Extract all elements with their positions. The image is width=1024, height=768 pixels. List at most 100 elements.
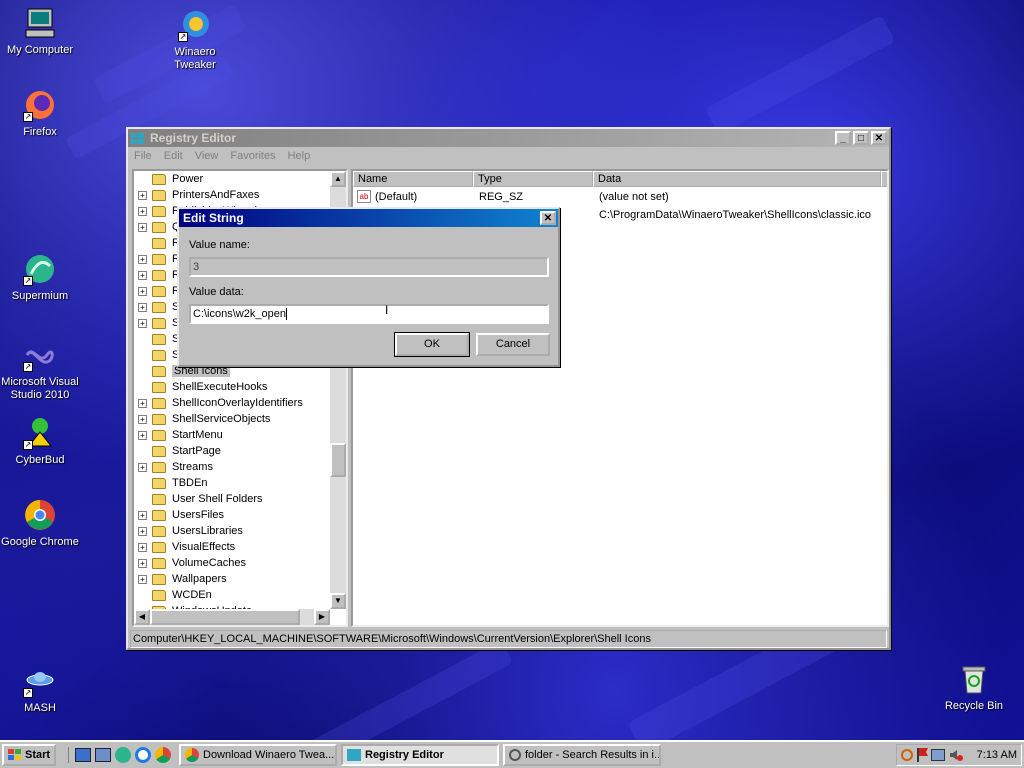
tree-item[interactable]: + VolumeCaches: [134, 555, 246, 571]
expand-icon[interactable]: +: [138, 270, 147, 280]
minimize-button[interactable]: _: [835, 131, 851, 145]
expand-icon[interactable]: +: [138, 254, 147, 264]
regedit-app-icon: [130, 131, 146, 145]
explorer-icon[interactable]: [95, 748, 111, 762]
taskbar-button-search-results[interactable]: folder - Search Results in i...: [503, 744, 661, 766]
expand-icon[interactable]: +: [138, 206, 147, 216]
value-name-field[interactable]: 3: [189, 257, 549, 277]
desktop-icon-recycle-bin[interactable]: Recycle Bin: [934, 662, 1014, 713]
desktop-icon-supermium[interactable]: ↗ Supermium: [0, 252, 80, 303]
tree-item[interactable]: User Shell Folders: [134, 491, 262, 507]
expand-icon[interactable]: +: [138, 286, 147, 296]
desktop-icon-firefox[interactable]: ↗ Firefox: [0, 88, 80, 139]
folder-icon: [152, 509, 166, 521]
edit-string-dialog[interactable]: Edit String ✕ Value name: 3 Value data: …: [177, 207, 560, 367]
scroll-left-icon[interactable]: ◀: [134, 609, 150, 625]
supermium-icon[interactable]: [115, 747, 131, 763]
show-desktop-icon[interactable]: [75, 748, 91, 762]
menu-favorites[interactable]: Favorites: [224, 150, 281, 162]
flag-icon[interactable]: [916, 748, 928, 762]
tree-item[interactable]: + Streams: [134, 459, 213, 475]
taskbar-button-registry-editor[interactable]: Registry Editor: [341, 744, 499, 766]
expand-icon[interactable]: +: [138, 430, 147, 440]
winaero-icon: ↗: [178, 8, 212, 42]
expand-icon[interactable]: +: [138, 302, 147, 312]
tree-item[interactable]: + ShellServiceObjects: [134, 411, 270, 427]
scroll-thumb[interactable]: [150, 609, 300, 625]
column-header-data[interactable]: Data: [593, 171, 881, 187]
expand-icon[interactable]: +: [138, 190, 147, 200]
desktop-icon-mash[interactable]: ↗ MASH: [0, 664, 80, 715]
tree-item[interactable]: + Wallpapers: [134, 571, 227, 587]
menu-help[interactable]: Help: [282, 150, 317, 162]
desktop-icon-my-computer[interactable]: My Computer: [0, 6, 80, 57]
clock[interactable]: 7:13 AM: [977, 749, 1017, 761]
desktop-icon-cyberbud[interactable]: ↗ CyberBud: [0, 416, 80, 467]
tree-item-label: ShellExecuteHooks: [172, 381, 268, 393]
tree-item[interactable]: + UsersLibraries: [134, 523, 243, 539]
expand-icon[interactable]: +: [138, 462, 147, 472]
expand-icon[interactable]: +: [138, 542, 147, 552]
desktop-icon-label: MASH: [24, 702, 56, 714]
folder-icon: [152, 461, 166, 473]
dialog-titlebar[interactable]: Edit String ✕: [179, 209, 558, 227]
registry-editor-titlebar[interactable]: Registry Editor _ □ ✕: [128, 129, 889, 147]
tree-item-label: User Shell Folders: [172, 493, 263, 505]
expand-icon[interactable]: +: [138, 510, 147, 520]
menu-edit[interactable]: Edit: [158, 150, 189, 162]
tree-item-label: VolumeCaches: [172, 557, 246, 569]
menu-view[interactable]: View: [189, 150, 225, 162]
shortcut-arrow-icon: ↗: [23, 362, 33, 372]
search-icon: [509, 749, 521, 761]
ok-button[interactable]: OK: [394, 332, 470, 357]
expand-icon[interactable]: +: [138, 222, 147, 232]
expand-icon[interactable]: +: [138, 574, 147, 584]
tree-item[interactable]: Power: [134, 171, 203, 187]
tree-item[interactable]: ShellExecuteHooks: [134, 379, 267, 395]
column-header-spacer: [881, 171, 887, 187]
desktop-icon-winaero-tweaker[interactable]: ↗ Winaero Tweaker: [155, 8, 235, 72]
scroll-thumb[interactable]: [330, 443, 346, 477]
taskbar-button-download-winaero[interactable]: Download Winaero Twea...: [179, 744, 337, 766]
tree-item[interactable]: + ShellIconOverlayIdentifiers: [134, 395, 303, 411]
value-data-field[interactable]: C:\icons\w2k_open I: [189, 303, 549, 324]
close-button[interactable]: ✕: [871, 131, 887, 145]
tree-item[interactable]: + PrintersAndFaxes: [134, 187, 259, 203]
tree-horizontal-scrollbar[interactable]: ◀ ▶: [134, 609, 330, 625]
value-row[interactable]: ab (Default) REG_SZ (value not set): [357, 189, 887, 205]
expand-icon[interactable]: +: [138, 318, 147, 328]
expand-icon[interactable]: +: [138, 558, 147, 568]
tree-item-label: StartMenu: [172, 429, 223, 441]
tree-item[interactable]: StartPage: [134, 443, 221, 459]
scroll-down-icon[interactable]: ▼: [330, 593, 346, 609]
maximize-button[interactable]: □: [853, 131, 869, 145]
scroll-right-icon[interactable]: ▶: [314, 609, 330, 625]
start-button[interactable]: Start: [2, 744, 56, 766]
network-icon[interactable]: [930, 749, 945, 761]
chrome-icon[interactable]: [155, 747, 171, 763]
taskbar-button-label: Registry Editor: [365, 749, 444, 761]
tree-item[interactable]: TBDEn: [134, 475, 207, 491]
menu-file[interactable]: File: [128, 150, 158, 162]
desktop-icon-visual-studio[interactable]: ↗ Microsoft Visual Studio 2010: [0, 338, 80, 402]
close-button[interactable]: ✕: [540, 211, 556, 225]
expand-icon[interactable]: +: [138, 414, 147, 424]
column-header-name[interactable]: Name: [353, 171, 473, 187]
desktop-icon-google-chrome[interactable]: Google Chrome: [0, 498, 80, 549]
tree-item[interactable]: + UsersFiles: [134, 507, 224, 523]
expand-icon[interactable]: +: [138, 398, 147, 408]
folder-icon: [152, 589, 166, 601]
search-icon[interactable]: [900, 749, 913, 761]
registry-editor-window[interactable]: Registry Editor _ □ ✕ File Edit View Fav…: [126, 127, 891, 650]
folder-icon: [152, 381, 166, 393]
tree-item[interactable]: + StartMenu: [134, 427, 223, 443]
cancel-button[interactable]: Cancel: [476, 333, 550, 356]
expand-icon[interactable]: +: [138, 526, 147, 536]
tree-item[interactable]: WCDEn: [134, 587, 212, 603]
volume-muted-icon[interactable]: [949, 749, 963, 761]
folder-icon: [152, 397, 166, 409]
tree-item[interactable]: + VisualEffects: [134, 539, 235, 555]
scroll-up-icon[interactable]: ▲: [330, 171, 346, 187]
internet-explorer-icon[interactable]: [135, 747, 151, 763]
column-header-type[interactable]: Type: [473, 171, 593, 187]
